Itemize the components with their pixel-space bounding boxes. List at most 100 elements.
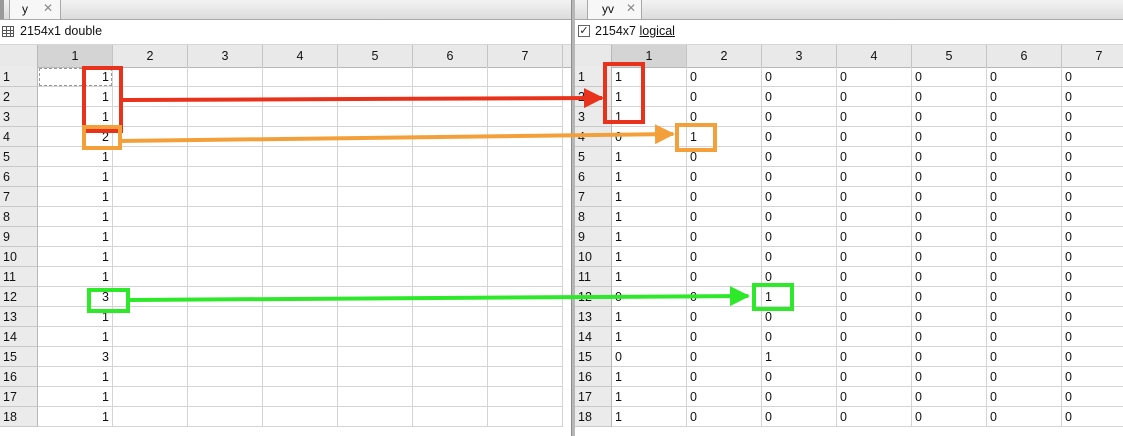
cell-r11-c5[interactable]: 0 (912, 267, 987, 287)
cell-r12-c6[interactable] (413, 287, 488, 307)
cell-r14-c4[interactable] (263, 327, 338, 347)
cell-r16-c1[interactable]: 1 (612, 367, 687, 387)
cell-r17-c3[interactable]: 0 (762, 387, 837, 407)
cell-r10-c2[interactable] (113, 247, 188, 267)
cell-r1-c3[interactable] (188, 67, 263, 87)
cell-r18-c2[interactable]: 0 (687, 407, 762, 427)
cell-r8-c7[interactable]: 0 (1062, 207, 1123, 227)
cell-r3-c1[interactable]: 1 (38, 107, 113, 127)
cell-r15-c2[interactable]: 0 (687, 347, 762, 367)
column-header-4[interactable]: 4 (837, 45, 912, 67)
cell-r6-c5[interactable]: 0 (912, 167, 987, 187)
cell-r18-c6[interactable] (413, 407, 488, 427)
cell-r16-c3[interactable] (188, 367, 263, 387)
cell-r6-c5[interactable] (338, 167, 413, 187)
cell-r5-c5[interactable] (338, 147, 413, 167)
cell-r13-c1[interactable]: 1 (38, 307, 113, 327)
cell-r7-c4[interactable] (263, 187, 338, 207)
cell-r17-c6[interactable]: 0 (987, 387, 1062, 407)
cell-r3-c3[interactable] (188, 107, 263, 127)
cell-r2-c4[interactable] (263, 87, 338, 107)
cell-r5-c6[interactable]: 0 (987, 147, 1062, 167)
cell-r3-c6[interactable] (413, 107, 488, 127)
cell-r4-c3[interactable] (188, 127, 263, 147)
row-header-2[interactable]: 2 (0, 87, 38, 107)
cell-r10-c3[interactable]: 0 (762, 247, 837, 267)
cell-r2-c5[interactable] (338, 87, 413, 107)
cell-r5-c7[interactable] (488, 147, 563, 167)
cell-r3-c2[interactable] (113, 107, 188, 127)
cell-r18-c7[interactable] (488, 407, 563, 427)
cell-r11-c5[interactable] (338, 267, 413, 287)
cell-r17-c5[interactable]: 0 (912, 387, 987, 407)
close-icon[interactable]: ✕ (43, 1, 53, 15)
cell-r8-c6[interactable] (413, 207, 488, 227)
cell-r17-c2[interactable] (113, 387, 188, 407)
cell-r5-c5[interactable]: 0 (912, 147, 987, 167)
column-header-4[interactable]: 4 (263, 45, 338, 67)
cell-r2-c1[interactable]: 1 (612, 87, 687, 107)
row-header-14[interactable]: 14 (0, 327, 38, 347)
cell-r10-c2[interactable]: 0 (687, 247, 762, 267)
tab-yv[interactable]: yv ✕ (587, 0, 642, 19)
cell-r15-c2[interactable] (113, 347, 188, 367)
cell-r5-c4[interactable] (263, 147, 338, 167)
column-header-1[interactable]: 1 (612, 45, 687, 67)
cell-r1-c6[interactable] (413, 67, 488, 87)
cell-r16-c7[interactable]: 0 (1062, 367, 1123, 387)
cell-r5-c3[interactable]: 0 (762, 147, 837, 167)
cell-r2-c3[interactable]: 0 (762, 87, 837, 107)
row-header-3[interactable]: 3 (0, 107, 38, 127)
cell-r9-c7[interactable] (488, 227, 563, 247)
cell-r15-c1[interactable]: 3 (38, 347, 113, 367)
row-header-15[interactable]: 15 (575, 347, 612, 367)
cell-r1-c3[interactable]: 0 (762, 67, 837, 87)
cell-r12-c5[interactable]: 0 (912, 287, 987, 307)
cell-r15-c5[interactable]: 0 (912, 347, 987, 367)
cell-r17-c6[interactable] (413, 387, 488, 407)
cell-r12-c5[interactable] (338, 287, 413, 307)
cell-r8-c5[interactable] (338, 207, 413, 227)
column-header-6[interactable]: 6 (987, 45, 1062, 67)
cell-r2-c6[interactable] (413, 87, 488, 107)
cell-r1-c2[interactable]: 0 (687, 67, 762, 87)
row-header-5[interactable]: 5 (0, 147, 38, 167)
row-header-15[interactable]: 15 (0, 347, 38, 367)
cell-r11-c1[interactable]: 1 (38, 267, 113, 287)
row-header-18[interactable]: 18 (0, 407, 38, 427)
column-header-5[interactable]: 5 (338, 45, 413, 67)
cell-r9-c6[interactable]: 0 (987, 227, 1062, 247)
cell-r16-c2[interactable]: 0 (687, 367, 762, 387)
row-header-6[interactable]: 6 (575, 167, 612, 187)
cell-r16-c6[interactable]: 0 (987, 367, 1062, 387)
cell-r16-c4[interactable] (263, 367, 338, 387)
row-header-9[interactable]: 9 (575, 227, 612, 247)
cell-r2-c7[interactable]: 0 (1062, 87, 1123, 107)
cell-r8-c2[interactable] (113, 207, 188, 227)
cell-r6-c7[interactable]: 0 (1062, 167, 1123, 187)
cell-r13-c2[interactable] (113, 307, 188, 327)
cell-r8-c4[interactable]: 0 (837, 207, 912, 227)
cell-r7-c3[interactable]: 0 (762, 187, 837, 207)
cell-r15-c7[interactable] (488, 347, 563, 367)
cell-r1-c7[interactable] (488, 67, 563, 87)
cell-r6-c7[interactable] (488, 167, 563, 187)
cell-r4-c5[interactable]: 0 (912, 127, 987, 147)
cell-r7-c2[interactable] (113, 187, 188, 207)
cell-r9-c1[interactable]: 1 (612, 227, 687, 247)
cell-r5-c6[interactable] (413, 147, 488, 167)
cell-r3-c4[interactable]: 0 (837, 107, 912, 127)
cell-r17-c2[interactable]: 0 (687, 387, 762, 407)
cell-r12-c1[interactable]: 0 (612, 287, 687, 307)
cell-r17-c1[interactable]: 1 (38, 387, 113, 407)
cell-r1-c6[interactable]: 0 (987, 67, 1062, 87)
cell-r16-c4[interactable]: 0 (837, 367, 912, 387)
cell-r13-c3[interactable] (188, 307, 263, 327)
cell-r6-c4[interactable]: 0 (837, 167, 912, 187)
cell-r9-c6[interactable] (413, 227, 488, 247)
cell-r14-c2[interactable]: 0 (687, 327, 762, 347)
cell-r7-c5[interactable]: 0 (912, 187, 987, 207)
cell-r7-c3[interactable] (188, 187, 263, 207)
cell-r15-c4[interactable] (263, 347, 338, 367)
cell-r3-c2[interactable]: 0 (687, 107, 762, 127)
